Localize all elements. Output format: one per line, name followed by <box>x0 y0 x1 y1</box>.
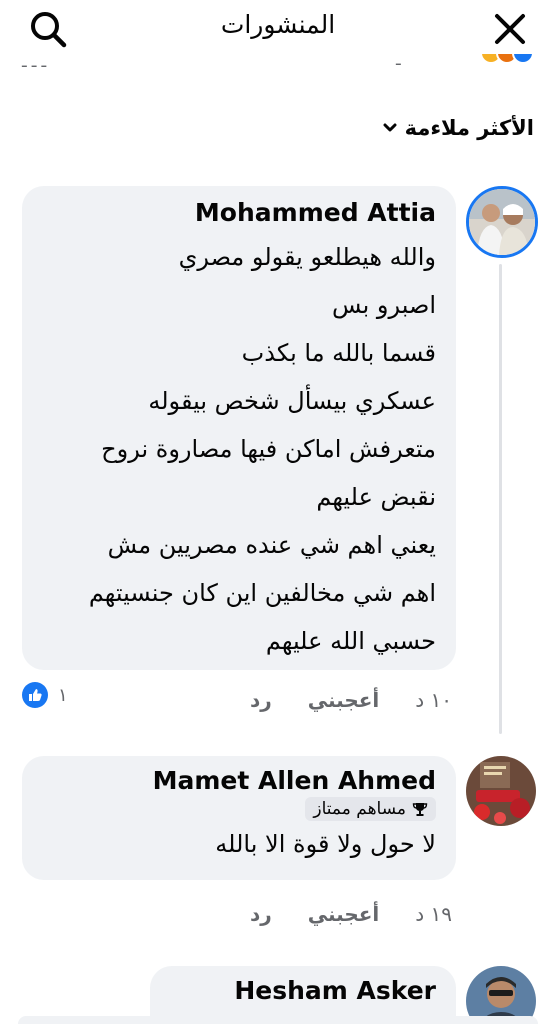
badge-label: مساهم ممتاز <box>313 799 406 819</box>
comment-reactions[interactable]: ١ <box>22 682 68 708</box>
comment-line: حسبي الله عليهم <box>265 627 436 655</box>
avatar-photo <box>469 189 535 255</box>
top-contributor-badge[interactable]: مساهم ممتاز <box>305 797 436 821</box>
sort-dropdown[interactable]: الأكثر ملاءمة <box>383 116 534 140</box>
comment-composer-edge[interactable] <box>18 1016 538 1024</box>
comment-line: قسما بالله ما بكذب <box>241 339 436 367</box>
comment-actions: ١٠ د أعجبني رد <box>250 688 452 712</box>
comment-line: يعني اهم شي عنده مصريين مش <box>107 531 436 559</box>
avatar[interactable] <box>466 756 536 826</box>
like-reaction-icon <box>512 54 534 64</box>
comment-line: اهم شي مخالفين اين كان جنسيتهم <box>88 579 436 607</box>
cut-off-text: ـ <box>396 54 401 69</box>
comment-time[interactable]: ١٠ د <box>415 688 452 712</box>
thread-line <box>499 264 502 734</box>
reply-button[interactable]: رد <box>250 688 272 712</box>
reaction-count: ١ <box>58 684 68 706</box>
avatar[interactable] <box>466 186 538 258</box>
comment-text: والله هيطلعو يقولو مصري اصبرو بس قسما با… <box>42 233 436 665</box>
avatar-photo <box>466 756 536 826</box>
comment-bubble[interactable]: Mohammed Attia والله هيطلعو يقولو مصري ا… <box>22 186 456 670</box>
like-reaction-icon <box>22 682 48 708</box>
close-button[interactable] <box>486 6 534 52</box>
page-title: المنشورات <box>220 10 336 39</box>
comment-author[interactable]: Mamet Allen Ahmed <box>42 766 436 795</box>
like-button[interactable]: أعجبني <box>308 902 380 926</box>
comment-bubble[interactable]: Mamet Allen Ahmed مساهم ممتاز لا حول ولا… <box>22 756 456 880</box>
close-icon <box>495 14 525 44</box>
post-summary-peek: ـ ـ ـ ـ <box>0 54 556 76</box>
chevron-down-icon <box>383 123 397 133</box>
like-button[interactable]: أعجبني <box>308 688 380 712</box>
comment-author[interactable]: Mohammed Attia <box>42 198 436 227</box>
comment-author[interactable]: Hesham Asker <box>170 976 436 1005</box>
comment-line: اصبرو بس <box>331 291 436 319</box>
sort-label: الأكثر ملاءمة <box>404 116 534 140</box>
comment-line: لا حول ولا قوة الا بالله <box>215 830 436 858</box>
comment-line: نقبض عليهم <box>316 483 436 511</box>
posts-comments-screen: المنشورات ـ ـ ـ ـ الأكثر ملاءمة Mohammed… <box>0 0 556 1024</box>
reply-button[interactable]: رد <box>250 902 272 926</box>
comment-actions: ١٩ د أعجبني رد <box>250 902 452 926</box>
header: المنشورات <box>0 0 556 58</box>
cut-off-text: ـ ـ ـ <box>22 54 47 71</box>
comment-time[interactable]: ١٩ د <box>415 902 452 926</box>
comment-line: عسكري بيسأل شخص بيقوله <box>148 387 436 415</box>
comment-line: متعرفش اماكن فيها مصاروة نروح <box>101 435 436 463</box>
comment-line: والله هيطلعو يقولو مصري <box>178 243 436 271</box>
reaction-icons[interactable] <box>480 54 534 64</box>
trophy-icon <box>412 803 428 816</box>
